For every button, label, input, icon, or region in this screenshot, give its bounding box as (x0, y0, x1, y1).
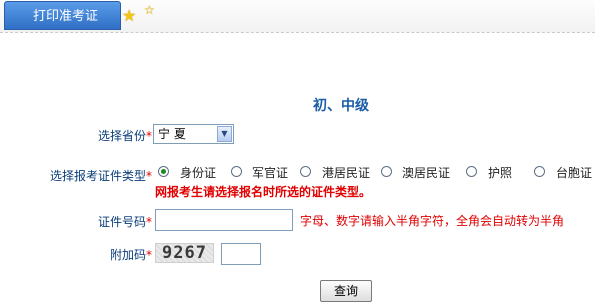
radio-hk-resident-card[interactable] (300, 166, 311, 177)
id-number-input[interactable] (155, 209, 293, 231)
province-select[interactable]: 宁 夏 ▼ (153, 124, 234, 144)
radio-label-macau-resident-card: 澳居民证 (402, 166, 451, 180)
query-button[interactable]: 查询 (320, 280, 372, 302)
star-icon: ☆ (144, 3, 155, 17)
radio-label-passport: 护照 (488, 166, 513, 180)
province-selected-value: 宁 夏 (158, 127, 186, 141)
required-mark: * (146, 169, 152, 183)
radio-label-officer-card: 军官证 (252, 166, 289, 180)
tab-print-admission-ticket[interactable]: 打印准考证 (4, 1, 121, 30)
radio-taiwan-compatriot-card[interactable] (534, 166, 545, 177)
id-number-label: 证件号码* (97, 215, 152, 229)
chevron-down-icon[interactable]: ▼ (217, 126, 232, 142)
radio-macau-resident-card[interactable] (381, 166, 392, 177)
radio-passport[interactable] (466, 166, 477, 177)
id-type-label: 选择报考证件类型* (49, 169, 152, 183)
top-bar: 打印准考证 ★ ☆ (0, 0, 595, 33)
star-icon: ★ (122, 6, 137, 25)
radio-label-id-card: 身份证 (180, 166, 217, 180)
required-mark: * (146, 129, 152, 143)
radio-officer-card[interactable] (231, 166, 242, 177)
radio-id-card[interactable] (158, 166, 169, 177)
radio-label-taiwan-compatriot-card: 台胞证 (556, 166, 593, 180)
required-mark: * (146, 248, 152, 262)
radio-label-hk-resident-card: 港居民证 (322, 166, 371, 180)
province-label: 选择省份* (97, 129, 152, 143)
required-mark: * (146, 215, 152, 229)
id-type-warning: 网报考生请选择报名时所选的证件类型。 (155, 185, 372, 199)
captcha-input[interactable] (221, 243, 261, 265)
captcha-image[interactable]: 9267 (155, 243, 214, 263)
form-heading: 初、中级 (313, 98, 369, 114)
id-number-hint: 字母、数字请输入半角字符，全角会自动转为半角 (300, 214, 565, 228)
captcha-label: 附加码* (109, 248, 152, 262)
